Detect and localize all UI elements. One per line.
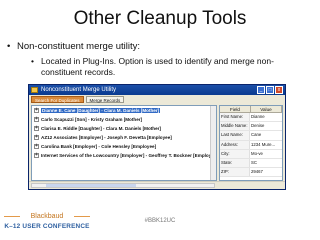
tree-row[interactable]: + Clarisa E. Riddle [Daughter] - Clara M…	[32, 124, 216, 133]
property-row[interactable]: Middle Name: Denise	[220, 122, 282, 132]
tree-row-label: Clarisa E. Riddle [Daughter] - Clara M. …	[41, 126, 161, 131]
property-field: Middle Name:	[220, 122, 250, 131]
bullet-merge-utility: Non-constituent merge utility:	[7, 41, 140, 52]
minimize-button[interactable]: _	[257, 86, 265, 94]
tree-vertical-scrollbar[interactable]	[210, 106, 216, 180]
tree-row[interactable]: + AZ12 Associates [Employer] - Joseph F.…	[32, 133, 216, 142]
tab-search-for-duplicates[interactable]: Search For Duplicates	[31, 96, 84, 103]
bullet-plugins-description: Located in Plug-Ins. Option is used to i…	[31, 56, 303, 78]
status-bar	[29, 181, 285, 189]
window-titlebar[interactable]: Nonconstituent Merge Utility _ □ x	[29, 85, 285, 95]
tree-row-label: AZ12 Associates [Employer] - Joseph F. D…	[41, 135, 172, 140]
value-column-header[interactable]: Value	[251, 106, 282, 113]
record-properties-grid: Field Value First Name: Dianne Middle Na…	[219, 105, 283, 181]
window-client-area: + Dianne E. Cane [Daughter] - Clara M. D…	[31, 105, 283, 181]
property-row[interactable]: ZIP: 29467	[220, 168, 282, 178]
field-column-header[interactable]: Field	[220, 106, 251, 113]
expand-plus-icon[interactable]: +	[34, 135, 39, 140]
slide-title: Other Cleanup Tools	[73, 8, 247, 29]
conference-logo: Blackbaud K–12 USER CONFERENCE	[4, 212, 90, 236]
folder-icon	[31, 87, 38, 93]
property-field: First Name:	[220, 113, 250, 122]
property-row[interactable]: City: Mo-ve	[220, 149, 282, 159]
property-value: SC	[251, 159, 257, 165]
tree-row-label: Carolina Bank [Employer] - Cole Hensley …	[41, 144, 157, 149]
tab-merge-records[interactable]: Merge Records	[85, 96, 125, 103]
property-row[interactable]: Last Name: Cane	[220, 131, 282, 141]
duplicate-pairs-tree: + Dianne E. Cane [Daughter] - Clara M. D…	[31, 105, 217, 181]
tree-row[interactable]: + Carlo Scapuzzi [Son] - Kristy Graham […	[32, 115, 216, 124]
close-button[interactable]: x	[275, 86, 283, 94]
expand-plus-icon[interactable]: +	[34, 126, 39, 131]
property-row[interactable]: Address: 1234 Mure...	[220, 140, 282, 150]
property-field: Last Name:	[220, 131, 250, 140]
tree-row[interactable]: + Internet Services of the Lowcountry [E…	[32, 151, 216, 160]
property-field: State:	[220, 158, 250, 168]
merge-utility-window: Nonconstituent Merge Utility _ □ x Searc…	[28, 84, 286, 190]
property-value: Mo-ve	[251, 150, 263, 156]
tree-row-label: Carlo Scapuzzi [Son] - Kristy Graham [Mo…	[41, 117, 143, 122]
tree-horizontal-scrollbar[interactable]	[31, 183, 215, 188]
window-controls: _ □ x	[257, 86, 283, 94]
tree-row[interactable]: + Dianne E. Cane [Daughter] - Clara M. D…	[32, 106, 216, 115]
maximize-button[interactable]: □	[266, 86, 274, 94]
property-value: Cane	[251, 132, 262, 138]
expand-plus-icon[interactable]: +	[34, 144, 39, 149]
property-row[interactable]: First Name: Dianne	[220, 113, 282, 123]
scrollbar-thumb[interactable]	[46, 184, 136, 187]
window-title: Nonconstituent Merge Utility	[41, 87, 117, 93]
property-value: 29467	[251, 169, 263, 175]
toolbar: Search For Duplicates Merge Records	[29, 95, 285, 104]
property-value: Dianne	[251, 114, 265, 119]
property-row[interactable]: State: SC	[220, 158, 282, 169]
property-field: City:	[220, 149, 250, 158]
property-field: ZIP:	[220, 168, 250, 177]
tree-row[interactable]: + Carolina Bank [Employer] - Cole Hensle…	[32, 142, 216, 151]
logo-rule-right	[74, 216, 90, 217]
expand-plus-icon[interactable]: +	[34, 117, 39, 122]
property-value: 1234 Mure...	[251, 141, 276, 147]
expand-plus-icon[interactable]: +	[34, 153, 39, 158]
tree-row-label: Internet Services of the Lowcountry [Emp…	[41, 153, 212, 158]
properties-header: Field Value	[220, 106, 282, 113]
conference-hashtag: #BBK12UC	[144, 218, 176, 224]
expand-plus-icon[interactable]: +	[34, 108, 39, 113]
tree-row-label: Dianne E. Cane [Daughter] - Clara M. Dan…	[41, 108, 161, 113]
property-field: Address:	[220, 140, 250, 149]
property-value: Denise	[251, 123, 265, 129]
